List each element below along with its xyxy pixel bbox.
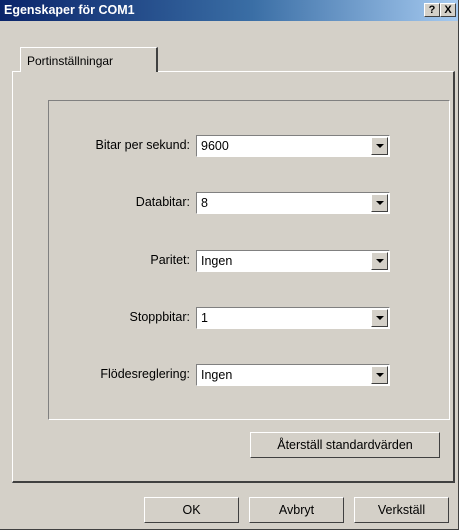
flow-control-value: Ingen	[201, 368, 233, 382]
baud-rate-dropdown-button[interactable]	[371, 137, 388, 155]
title-bar[interactable]: Egenskaper för COM1 ? X	[0, 0, 458, 21]
data-bits-value: 8	[201, 196, 208, 210]
stop-bits-label: Stoppbitar:	[129, 310, 190, 324]
chevron-down-icon	[376, 201, 384, 205]
chevron-down-icon	[376, 144, 384, 148]
flow-control-dropdown-button[interactable]	[371, 366, 388, 384]
parity-value: Ingen	[201, 254, 233, 268]
stop-bits-value: 1	[201, 311, 208, 325]
close-button[interactable]: X	[440, 3, 456, 17]
tab-port-settings[interactable]: Portinställningar	[20, 47, 158, 72]
cancel-button[interactable]: Avbryt	[249, 497, 344, 523]
parity-select[interactable]: Ingen	[196, 250, 390, 272]
stop-bits-dropdown-button[interactable]	[371, 309, 388, 327]
baud-rate-value: 9600	[201, 139, 229, 153]
ok-button[interactable]: OK	[144, 497, 239, 523]
stop-bits-select[interactable]: 1	[196, 307, 390, 329]
chevron-down-icon	[376, 259, 384, 263]
tab-label: Portinställningar	[27, 54, 114, 68]
window-title: Egenskaper för COM1	[4, 3, 135, 17]
data-bits-select[interactable]: 8	[196, 192, 390, 214]
baud-rate-select[interactable]: 9600	[196, 135, 390, 157]
data-bits-dropdown-button[interactable]	[371, 194, 388, 212]
chevron-down-icon	[376, 316, 384, 320]
restore-defaults-button[interactable]: Återställ standardvärden	[250, 432, 440, 458]
apply-button[interactable]: Verkställ	[354, 497, 449, 523]
data-bits-label: Databitar:	[135, 195, 190, 209]
baud-rate-label: Bitar per sekund:	[95, 138, 191, 152]
parity-label: Paritet:	[150, 253, 190, 267]
properties-dialog: Egenskaper för COM1 ? X Portinställninga…	[0, 0, 459, 530]
help-button[interactable]: ?	[424, 3, 440, 17]
parity-dropdown-button[interactable]	[371, 252, 388, 270]
flow-control-select[interactable]: Ingen	[196, 364, 390, 386]
chevron-down-icon	[376, 373, 384, 377]
flow-control-label: Flödesreglering:	[100, 367, 190, 381]
